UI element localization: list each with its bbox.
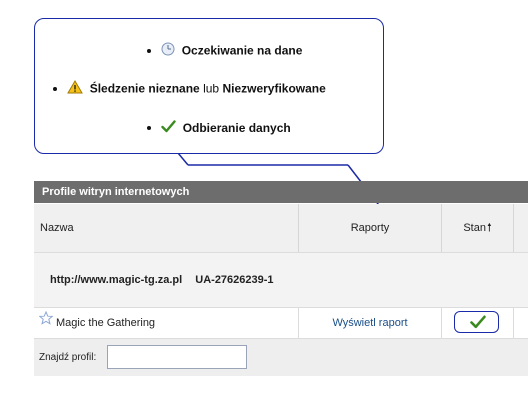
account-row: http://www.magic-tg.za.pl UA-27626239-1 [34,252,528,307]
column-header-extra [514,204,528,252]
bullet [147,126,151,130]
view-report-link[interactable]: Wyświetl raport [332,317,407,329]
star-icon[interactable] [38,307,54,337]
find-profile-row: Znajdź profil: [34,339,528,376]
profile-name-cell: Magic the Gathering [34,308,299,338]
status-legend-callout: Oczekiwanie na dane Śledzenie nieznane l… [34,18,384,154]
clock-icon [161,42,175,59]
legend-conjunction: lub [203,81,220,96]
column-header-reports[interactable]: Raporty [299,204,442,252]
column-header-status-label: Stan [463,222,486,234]
legend-label-waiting: Oczekiwanie na dane [181,43,303,58]
bullet [147,48,151,53]
profile-reports-cell: Wyświetl raport [299,308,442,338]
column-header-status[interactable]: Stan🠕 [442,204,514,252]
checkmark-icon [161,120,177,136]
warning-icon [67,80,84,97]
column-header-name[interactable]: Nazwa [34,204,299,252]
legend-label-receiving: Odbieranie danych [182,121,291,136]
account-ua-id: UA-27626239-1 [195,274,274,286]
profile-name[interactable]: Magic the Gathering [56,317,155,329]
legend-label-unverified: Niezweryfikowane [222,81,326,96]
status-highlight-ring [454,311,499,333]
legend-label-tracking-unknown: Śledzenie nieznane [89,81,200,96]
legend-item-waiting: Oczekiwanie na dane [147,42,303,60]
account-url: http://www.magic-tg.za.pl [50,274,183,286]
panel-title: Profile witryn internetowych [34,181,528,203]
legend-item-receiving: Odbieranie danych [147,120,291,137]
find-profile-label: Znajdź profil: [39,352,97,363]
legend-item-tracking: Śledzenie nieznane lub Niezweryfikowane [53,80,326,98]
sort-up-icon: 🠕 [486,222,492,234]
find-profile-input[interactable] [107,345,247,369]
bullet [53,86,57,91]
